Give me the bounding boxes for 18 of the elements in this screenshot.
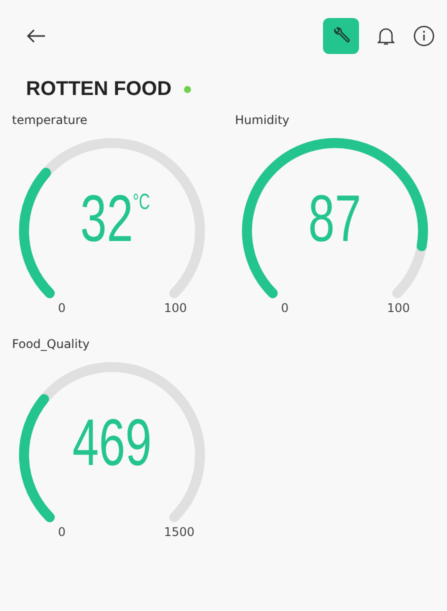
gauge-label: temperature (12, 113, 88, 127)
gauge-value: 32 (80, 185, 134, 251)
gauge-max: 100 (164, 301, 187, 315)
settings-button[interactable] (323, 18, 359, 54)
gauge-min: 0 (58, 301, 66, 315)
back-arrow-icon[interactable] (26, 29, 46, 43)
gauge-label: Food_Quality (12, 337, 91, 351)
notification-bell-icon[interactable] (377, 26, 395, 46)
gauge-value: 87 (308, 185, 362, 251)
gauge-value: 469 (72, 409, 152, 475)
gauge-min: 0 (58, 525, 66, 539)
gauge-max: 1500 (164, 525, 195, 539)
gauge-unit: °C (133, 189, 150, 215)
gauge-min: 0 (281, 301, 289, 315)
gauge-label: Humidity (235, 113, 290, 127)
device-title: ROTTEN FOOD (26, 78, 172, 101)
info-icon[interactable] (413, 25, 435, 47)
gauge-max: 100 (387, 301, 410, 315)
